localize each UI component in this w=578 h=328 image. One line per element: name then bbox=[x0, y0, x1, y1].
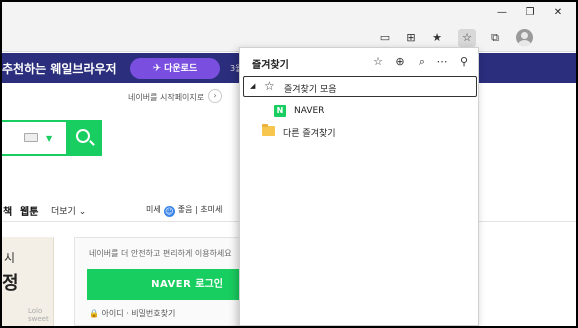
ad-banner[interactable]: 시 정 Lolo sweet bbox=[2, 237, 54, 326]
favorites-bar-folder[interactable]: ◢ ☆ 즐겨찾기 모음 bbox=[243, 76, 477, 97]
nav-more-label: 더보기 bbox=[51, 207, 76, 217]
smile-icon: ☺ bbox=[163, 206, 175, 217]
autocomplete-dropdown-icon[interactable]: ▼ bbox=[46, 134, 52, 143]
search-button[interactable] bbox=[66, 120, 102, 156]
whale-bird-icon: ✈ bbox=[152, 63, 162, 74]
search-icon bbox=[76, 129, 90, 143]
star-outline-icon: ☆ bbox=[264, 79, 275, 93]
profile-avatar[interactable] bbox=[516, 29, 533, 46]
collections-icon[interactable]: ⧉ bbox=[486, 29, 504, 47]
chevron-down-icon: ⌄ bbox=[78, 207, 87, 217]
download-label: 다운로드 bbox=[164, 64, 198, 74]
find-account-link[interactable]: 🔒 아이디 · 비밀번호찾기 bbox=[89, 308, 175, 319]
ad-text-1: 시 bbox=[4, 251, 16, 265]
nav-more-button[interactable]: 더보기 ⌄ bbox=[51, 204, 86, 217]
favorite-item-label: NAVER bbox=[294, 106, 325, 116]
fine-dust-label: 초미세 bbox=[200, 205, 223, 214]
chevron-right-icon[interactable]: › bbox=[208, 89, 222, 103]
download-button[interactable]: ✈ 다운로드 bbox=[130, 58, 220, 79]
title-bar: — ❐ ✕ bbox=[2, 2, 576, 24]
folder-icon bbox=[262, 124, 275, 136]
login-label: 로그인 bbox=[195, 279, 223, 290]
expand-caret-icon[interactable]: ◢ bbox=[250, 82, 255, 90]
add-favorite-icon[interactable]: ☆ bbox=[370, 54, 386, 70]
immersive-reader-icon[interactable]: ⊞ bbox=[402, 29, 420, 47]
air-quality[interactable]: 미세 ☺ 좋음 | 초미세 bbox=[146, 204, 222, 217]
search-input[interactable]: ▼ bbox=[2, 120, 66, 156]
restore-icon[interactable]: ❐ bbox=[516, 4, 544, 22]
ad-brand-text: Lolo sweet bbox=[28, 307, 49, 323]
divider: | bbox=[195, 205, 198, 214]
other-favorites-label: 다른 즐겨찾기 bbox=[283, 129, 336, 139]
nav-item-book[interactable]: 책 bbox=[3, 203, 12, 218]
favorites-bar-label: 즐겨찾기 모음 bbox=[284, 85, 337, 95]
air-quality-status: 좋음 bbox=[177, 205, 193, 214]
favorite-star-icon[interactable]: ★ bbox=[428, 29, 446, 47]
add-folder-icon[interactable]: ⊕ bbox=[392, 54, 408, 70]
pin-icon[interactable]: ⚲ bbox=[456, 54, 472, 70]
favorites-hub-icon[interactable]: ☆ bbox=[458, 29, 476, 47]
browser-window: — ❐ ✕ ▭ ⊞ ★ ☆ ⧉ 추천하는 웨일브라우저 ✈ 다운로드 3월 네이버… bbox=[2, 2, 576, 326]
other-favorites-folder[interactable]: 다른 즐겨찾기 bbox=[262, 123, 462, 141]
air-quality-label: 미세 bbox=[146, 205, 161, 214]
ad-text-2: 정 bbox=[2, 273, 19, 294]
favorites-flyout: 즐겨찾기 ☆ ⊕ ⌕ ⋯ ⚲ ◢ ☆ 즐겨찾기 모음 N NAVER 다른 즐겨… bbox=[239, 47, 479, 326]
favorites-title: 즐겨찾기 bbox=[252, 60, 289, 71]
naver-favicon-icon: N bbox=[274, 105, 286, 117]
login-description: 네이버를 더 안전하고 편리하게 이용하세요 bbox=[89, 249, 232, 258]
keyboard-icon[interactable] bbox=[24, 133, 38, 142]
minimize-icon[interactable]: — bbox=[488, 4, 516, 22]
naver-brand: NAVER bbox=[151, 279, 192, 290]
more-icon[interactable]: ⋯ bbox=[434, 54, 450, 70]
close-icon[interactable]: ✕ bbox=[544, 4, 572, 22]
nav-item-webtoon[interactable]: 웹툰 bbox=[20, 203, 38, 218]
search-icon[interactable]: ⌕ bbox=[414, 54, 430, 70]
banner-text: 추천하는 웨일브라우저 bbox=[2, 62, 117, 76]
set-startpage-link[interactable]: 네이버를 시작페이지로 bbox=[128, 92, 204, 103]
read-aloud-icon[interactable]: ▭ bbox=[376, 29, 394, 47]
